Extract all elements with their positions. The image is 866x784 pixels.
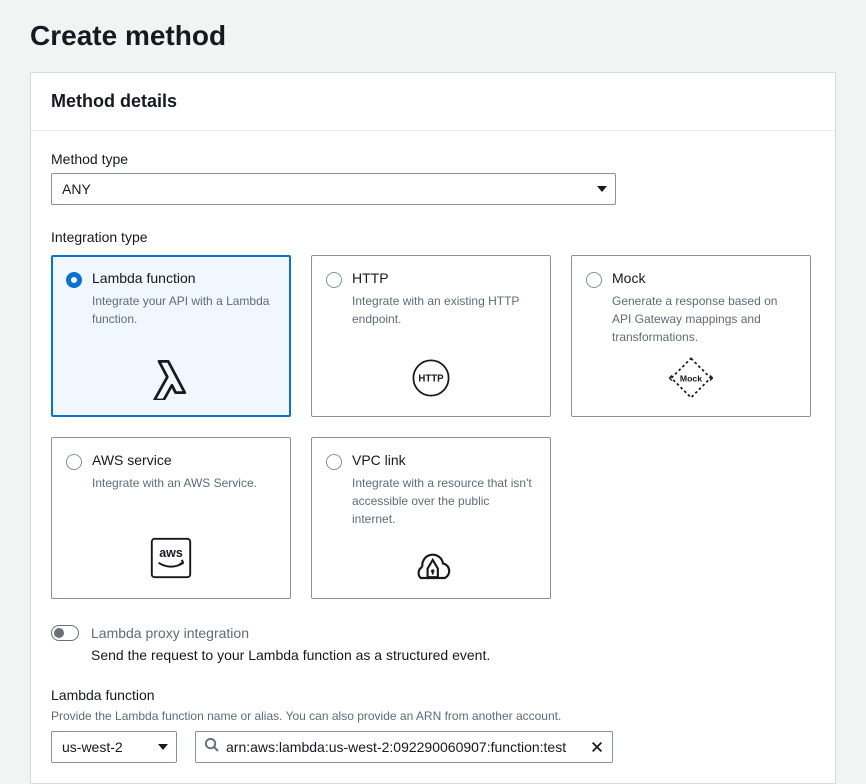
lambda-function-input[interactable] (196, 732, 612, 762)
method-type-select[interactable]: ANY (51, 173, 616, 205)
tile-desc: Generate a response based on API Gateway… (612, 292, 796, 346)
search-icon (204, 737, 219, 757)
lambda-proxy-label: Lambda proxy integration (91, 625, 249, 641)
radio-aws-service[interactable] (66, 454, 82, 470)
radio-vpc-link[interactable] (326, 454, 342, 470)
svg-text:aws: aws (159, 546, 183, 560)
panel-heading: Method details (51, 91, 815, 112)
tile-desc: Integrate your API with a Lambda functio… (92, 292, 276, 328)
lambda-function-input-wrap (195, 731, 613, 763)
tile-title: VPC link (352, 452, 406, 468)
lambda-proxy-desc: Send the request to your Lambda function… (91, 647, 815, 663)
lambda-region-select[interactable]: us-west-2 (51, 731, 177, 763)
lambda-icon (66, 344, 276, 400)
tile-desc: Integrate with an AWS Service. (92, 474, 276, 492)
clear-input-button[interactable] (588, 738, 606, 756)
page-title: Create method (30, 20, 836, 52)
method-details-panel: Method details Method type ANY Integrati… (30, 72, 836, 784)
method-type-label: Method type (51, 151, 815, 167)
lambda-region-value: us-west-2 (62, 739, 123, 755)
method-type-value: ANY (62, 181, 91, 197)
svg-text:Mock: Mock (680, 373, 702, 383)
tile-desc: Integrate with a resource that isn't acc… (352, 474, 536, 528)
tile-title: HTTP (352, 270, 389, 286)
lambda-function-label: Lambda function (51, 687, 815, 703)
http-icon: HTTP (326, 346, 536, 400)
tile-vpc-link[interactable]: VPC link Integrate with a resource that … (311, 437, 551, 599)
mock-icon: Mock (586, 346, 796, 400)
tile-http[interactable]: HTTP Integrate with an existing HTTP end… (311, 255, 551, 417)
tile-title: AWS service (92, 452, 172, 468)
vpc-link-icon (326, 528, 536, 582)
radio-lambda-function[interactable] (66, 272, 82, 288)
panel-header: Method details (31, 73, 835, 131)
lambda-proxy-toggle[interactable] (51, 625, 79, 641)
tile-mock[interactable]: Mock Generate a response based on API Ga… (571, 255, 811, 417)
tile-title: Lambda function (92, 270, 196, 286)
integration-type-label: Integration type (51, 229, 815, 245)
integration-type-tiles: Lambda function Integrate your API with … (51, 255, 815, 599)
tile-desc: Integrate with an existing HTTP endpoint… (352, 292, 536, 328)
tile-title: Mock (612, 270, 645, 286)
svg-text:HTTP: HTTP (418, 374, 444, 385)
radio-http[interactable] (326, 272, 342, 288)
chevron-down-icon (597, 186, 607, 192)
tile-lambda-function[interactable]: Lambda function Integrate your API with … (51, 255, 291, 417)
chevron-down-icon (158, 744, 168, 750)
tile-aws-service[interactable]: AWS service Integrate with an AWS Servic… (51, 437, 291, 599)
aws-service-icon: aws (66, 524, 276, 582)
radio-mock[interactable] (586, 272, 602, 288)
lambda-function-help: Provide the Lambda function name or alia… (51, 709, 815, 723)
